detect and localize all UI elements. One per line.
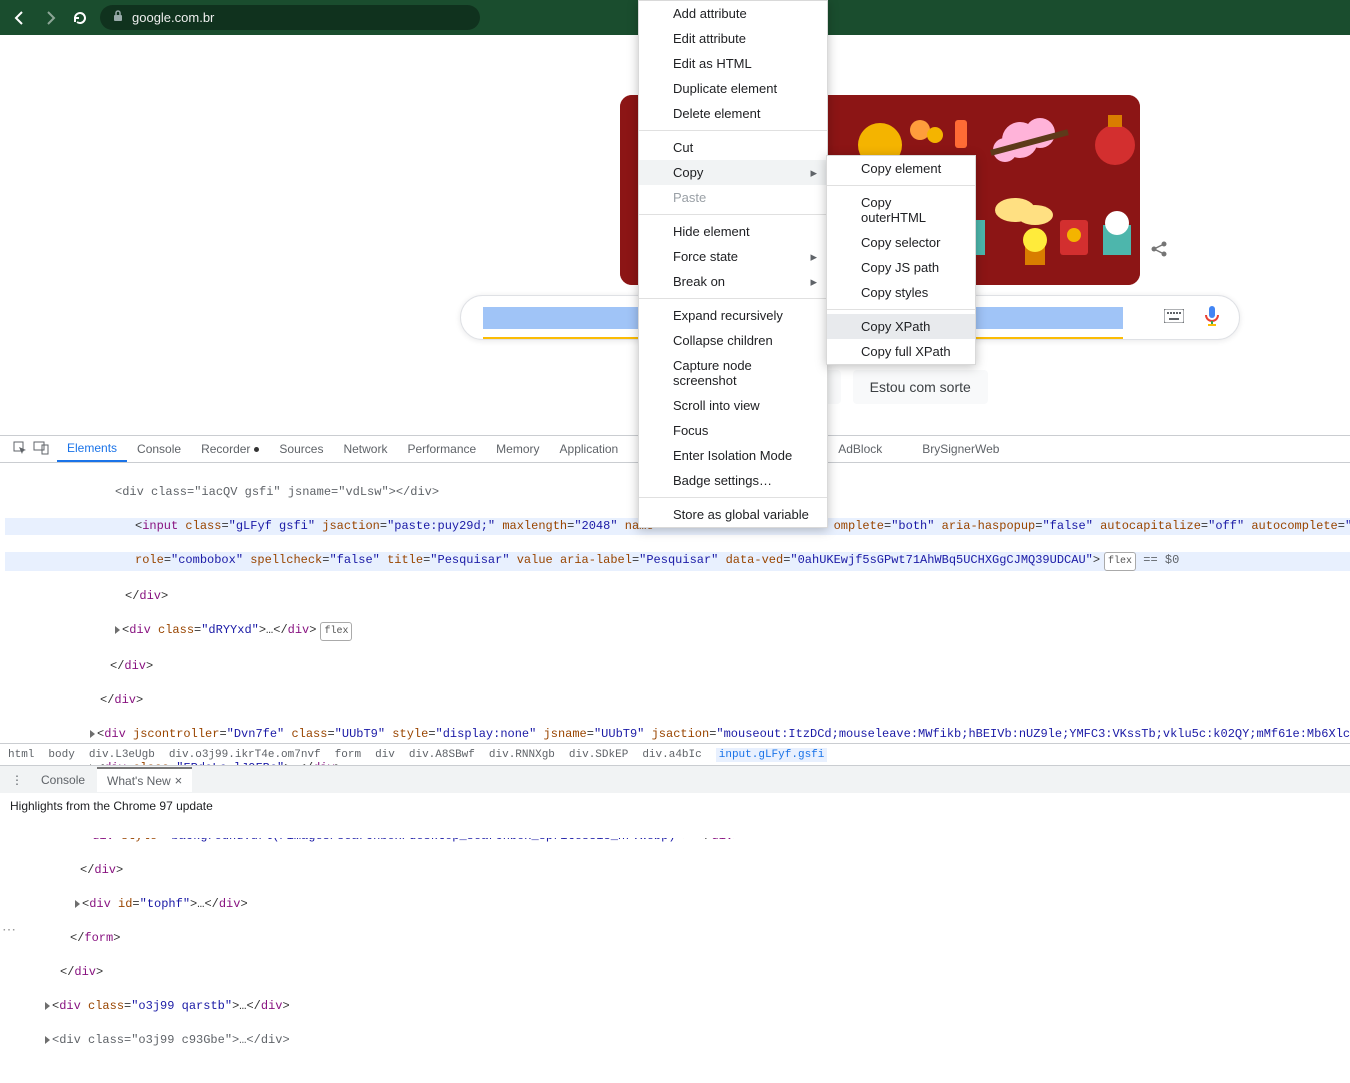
url-bar[interactable]: google.com.br	[100, 5, 480, 30]
breadcrumb-item[interactable]: div.a4bIc	[642, 749, 701, 761]
menu-item-scroll-into-view[interactable]: Scroll into view	[639, 393, 827, 418]
drawer-content: Highlights from the Chrome 97 update	[0, 793, 1350, 838]
menu-item-hide-element[interactable]: Hide element	[639, 219, 827, 244]
menu-item-copy-styles[interactable]: Copy styles	[827, 280, 975, 305]
menu-item-copy[interactable]: Copy	[639, 160, 827, 185]
breadcrumb-item[interactable]: form	[335, 749, 361, 761]
reload-button[interactable]	[70, 8, 90, 28]
devtools-tab-brysignerweb[interactable]: BrySignerWeb	[912, 436, 1009, 462]
back-button[interactable]	[10, 8, 30, 28]
devtools-tab-network[interactable]: Network	[333, 436, 397, 462]
drawer-menu-icon[interactable]: ⋮	[5, 773, 29, 787]
lock-icon	[112, 10, 124, 25]
menu-item-force-state[interactable]: Force state	[639, 244, 827, 269]
menu-item-break-on[interactable]: Break on	[639, 269, 827, 294]
devtools-pickers	[5, 436, 57, 462]
menu-item-copy-full-xpath[interactable]: Copy full XPath	[827, 339, 975, 364]
menu-item-paste: Paste	[639, 185, 827, 210]
device-icon[interactable]	[33, 441, 49, 458]
forward-button[interactable]	[40, 8, 60, 28]
devtools-drawer: ⋮ Console What's New× Highlights from th…	[0, 765, 1350, 838]
menu-item-duplicate-element[interactable]: Duplicate element	[639, 76, 827, 101]
devtools-tab-sources[interactable]: Sources	[269, 436, 333, 462]
menu-item-copy-element[interactable]: Copy element	[827, 156, 975, 181]
more-icon[interactable]: ⋯	[2, 921, 16, 938]
breadcrumb-item[interactable]: div.o3j99.ikrT4e.om7nvf	[169, 749, 321, 761]
menu-item-collapse-children[interactable]: Collapse children	[639, 328, 827, 353]
breadcrumb-item[interactable]: input.gLFyf.gsfi	[716, 748, 828, 762]
breadcrumb-item[interactable]: body	[48, 749, 74, 761]
inspect-icon[interactable]	[13, 441, 27, 458]
devtools-tab-application[interactable]: Application	[550, 436, 629, 462]
breadcrumb-item[interactable]: div	[375, 749, 395, 761]
menu-item-expand-recursively[interactable]: Expand recursively	[639, 303, 827, 328]
context-menu-main: Add attributeEdit attributeEdit as HTMLD…	[638, 0, 828, 528]
share-icon[interactable]	[1150, 240, 1168, 261]
drawer-tab-console[interactable]: Console	[31, 769, 95, 791]
breadcrumb-item[interactable]: div.L3eUgb	[89, 749, 155, 761]
menu-item-cut[interactable]: Cut	[639, 135, 827, 160]
breadcrumb-item[interactable]: div.RNNXgb	[489, 749, 555, 761]
devtools-tab-recorder[interactable]: Recorder	[191, 436, 269, 462]
mic-icon[interactable]	[1203, 305, 1221, 330]
devtools-tab-adblock[interactable]: AdBlock	[828, 436, 892, 462]
menu-item-copy-xpath[interactable]: Copy XPath	[827, 314, 975, 339]
breadcrumb-item[interactable]: div.A8SBwf	[409, 749, 475, 761]
menu-item-delete-element[interactable]: Delete element	[639, 101, 827, 126]
devtools-tab-console[interactable]: Console	[127, 436, 191, 462]
menu-item-focus[interactable]: Focus	[639, 418, 827, 443]
menu-item-edit-attribute[interactable]: Edit attribute	[639, 26, 827, 51]
drawer-tab-whatsnew[interactable]: What's New×	[97, 767, 192, 792]
lucky-button[interactable]: Estou com sorte	[853, 370, 988, 404]
devtools-tab-memory[interactable]: Memory	[486, 436, 549, 462]
menu-item-edit-as-html[interactable]: Edit as HTML	[639, 51, 827, 76]
devtools-tab-performance[interactable]: Performance	[397, 436, 486, 462]
menu-item-copy-outerhtml[interactable]: Copy outerHTML	[827, 190, 975, 230]
menu-item-copy-selector[interactable]: Copy selector	[827, 230, 975, 255]
menu-item-capture-node-screenshot[interactable]: Capture node screenshot	[639, 353, 827, 393]
context-menu-sub: Copy elementCopy outerHTMLCopy selectorC…	[826, 155, 976, 365]
breadcrumbs: html body div.L3eUgb div.o3j99.ikrT4e.om7nv…	[0, 743, 1350, 765]
menu-item-store-as-global-variable[interactable]: Store as global variable	[639, 502, 827, 527]
close-icon[interactable]: ×	[175, 773, 183, 788]
menu-item-badge-settings-[interactable]: Badge settings…	[639, 468, 827, 493]
menu-item-enter-isolation-mode[interactable]: Enter Isolation Mode	[639, 443, 827, 468]
devtools-tab-elements[interactable]: Elements	[57, 436, 127, 462]
breadcrumb-item[interactable]: html	[8, 749, 34, 761]
menu-item-add-attribute[interactable]: Add attribute	[639, 1, 827, 26]
url-text: google.com.br	[132, 10, 214, 25]
keyboard-icon[interactable]	[1164, 309, 1184, 326]
drawer-tabs: ⋮ Console What's New×	[0, 766, 1350, 793]
breadcrumb-item[interactable]: div.SDkEP	[569, 749, 628, 761]
menu-item-copy-js-path[interactable]: Copy JS path	[827, 255, 975, 280]
